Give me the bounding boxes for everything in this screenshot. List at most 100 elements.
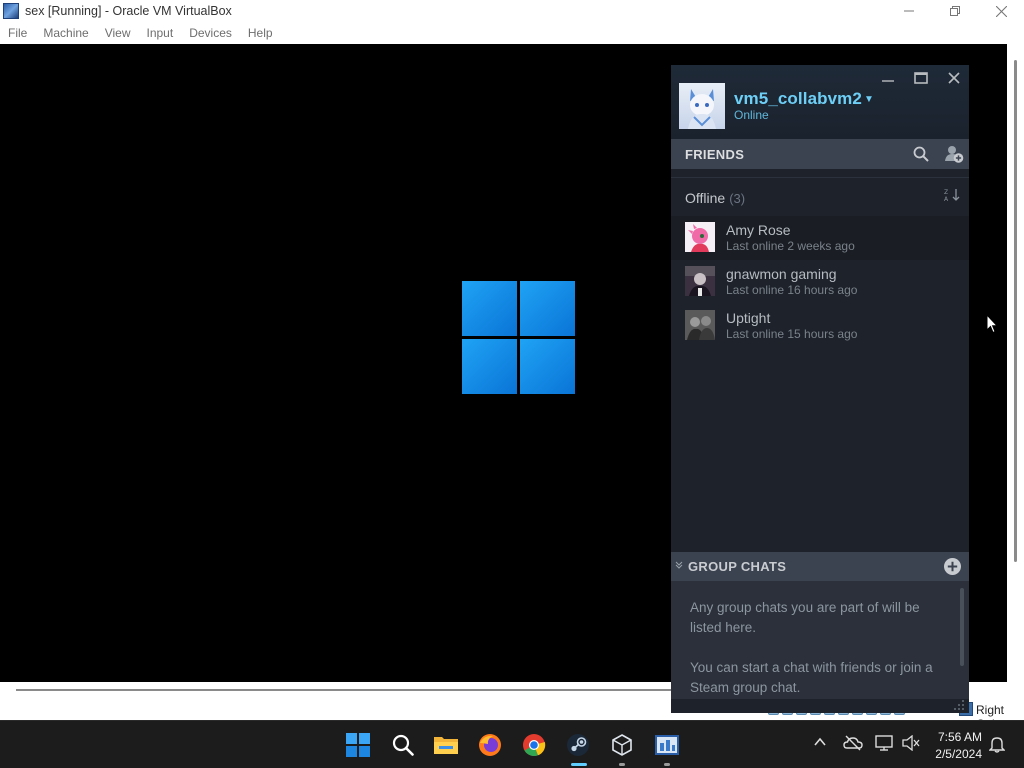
plus-circle-icon <box>944 558 961 575</box>
menu-input[interactable]: Input <box>139 26 182 40</box>
friend-row[interactable]: gnawmon gaming Last online 16 hours ago <box>671 260 969 304</box>
friend-name: Amy Rose <box>726 222 791 238</box>
friend-last-online: Last online 16 hours ago <box>726 283 858 297</box>
create-group-chat-button[interactable] <box>943 557 962 581</box>
steam-close-button[interactable] <box>947 71 961 88</box>
steam-maximize-button[interactable] <box>914 71 928 88</box>
chevron-up-icon <box>814 737 826 746</box>
network-tray-button[interactable] <box>875 735 893 756</box>
firefox-icon <box>479 734 501 756</box>
vm-running-indicator <box>664 763 670 766</box>
friends-section-header: FRIENDS <box>671 139 969 169</box>
friend-avatar <box>685 266 715 296</box>
group-chats-hint-text: You can start a chat with friends or joi… <box>690 660 933 695</box>
chrome-button[interactable] <box>519 730 549 760</box>
firefox-button[interactable] <box>475 730 505 760</box>
offline-group-heading[interactable]: Offline (3) <box>685 190 745 206</box>
vm-window-button[interactable] <box>652 730 682 760</box>
volume-tray-button[interactable] <box>902 734 920 756</box>
vm-window-icon <box>655 735 679 755</box>
virtualbox-app-icon[interactable] <box>3 3 19 19</box>
mouse-cursor-icon <box>986 314 998 334</box>
restore-icon <box>950 6 960 16</box>
minimize-button[interactable] <box>886 0 932 22</box>
menu-help[interactable]: Help <box>240 26 281 40</box>
svg-text:A: A <box>944 196 949 202</box>
friend-last-online: Last online 15 hours ago <box>726 327 858 341</box>
clock-time[interactable]: 7:56 AM <box>930 730 982 744</box>
steam-icon <box>567 734 589 756</box>
clock-date[interactable]: 2/5/2024 <box>930 747 982 761</box>
friend-row[interactable]: Uptight Last online 15 hours ago <box>671 304 969 348</box>
section-divider <box>671 177 969 178</box>
friend-name: gnawmon gaming <box>726 266 837 282</box>
offline-count: (3) <box>729 191 746 206</box>
virtualbox-running-indicator <box>619 763 625 766</box>
restore-button[interactable] <box>932 0 978 22</box>
friends-label: FRIENDS <box>685 146 745 162</box>
search-icon <box>392 734 414 756</box>
vbox-menubar: File Machine View Input Devices Help <box>0 22 1024 44</box>
menu-view[interactable]: View <box>97 26 139 40</box>
network-icon <box>875 735 893 751</box>
friend-avatar <box>685 310 715 340</box>
user-avatar-image <box>688 89 716 129</box>
menu-machine[interactable]: Machine <box>35 26 96 40</box>
file-explorer-button[interactable] <box>431 730 461 760</box>
search-friends-button[interactable] <box>913 146 929 167</box>
offline-label: Offline <box>685 190 726 206</box>
virtualbox-button[interactable] <box>607 730 637 760</box>
vertical-scrollbar[interactable] <box>1014 60 1017 562</box>
show-hidden-icons-button[interactable] <box>813 735 827 754</box>
chevron-down-icon[interactable]: ▼ <box>864 94 874 105</box>
chevron-down-icon[interactable] <box>675 561 683 572</box>
friend-last-online: Last online 2 weeks ago <box>726 239 855 253</box>
add-friend-icon <box>945 146 964 163</box>
chrome-icon <box>523 734 546 757</box>
bell-icon <box>988 737 1006 753</box>
menu-file[interactable]: File <box>0 26 35 40</box>
maximize-icon <box>914 72 928 84</box>
minimize-icon <box>882 80 894 82</box>
close-button[interactable] <box>978 0 1024 22</box>
friend-avatar <box>685 222 715 252</box>
taskbar: 7:56 AM 2/5/2024 <box>0 720 1024 768</box>
steam-user-header: vm5_collabvm2 ▼ Online <box>671 65 969 139</box>
add-friend-button[interactable] <box>944 144 964 169</box>
search-button[interactable] <box>388 730 418 760</box>
resize-grip-icon[interactable] <box>953 699 965 713</box>
user-status: Online <box>734 108 769 122</box>
steam-active-indicator <box>571 763 587 766</box>
group-chats-scrollbar[interactable] <box>960 588 964 666</box>
vbox-titlebar: sex [Running] - Oracle VM VirtualBox <box>0 0 1024 22</box>
window-title: sex [Running] - Oracle VM VirtualBox <box>25 4 232 18</box>
friend-name: Uptight <box>726 310 771 326</box>
user-name[interactable]: vm5_collabvm2 <box>734 89 862 109</box>
menu-devices[interactable]: Devices <box>181 26 240 40</box>
windows-logo-icon <box>462 281 576 395</box>
folder-icon <box>434 737 458 754</box>
close-icon <box>948 72 960 84</box>
sort-az-icon: ZA <box>944 189 960 203</box>
steam-button[interactable] <box>563 730 593 760</box>
virtualbox-cube-icon <box>612 734 632 756</box>
friend-row[interactable]: Amy Rose Last online 2 weeks ago <box>671 216 969 260</box>
sort-icon[interactable]: ZA <box>944 188 962 205</box>
cloud-off-icon <box>843 735 863 751</box>
group-chats-label: GROUP CHATS <box>688 559 787 574</box>
group-chats-header[interactable]: GROUP CHATS <box>671 552 969 581</box>
minimize-icon <box>904 10 914 12</box>
horizontal-scrollbar[interactable] <box>16 689 671 691</box>
steam-minimize-button[interactable] <box>881 71 895 88</box>
svg-text:Z: Z <box>944 189 948 196</box>
notifications-button[interactable] <box>988 735 1006 758</box>
start-button[interactable] <box>343 730 373 760</box>
search-icon <box>913 146 929 162</box>
onedrive-tray-button[interactable] <box>843 735 863 756</box>
close-icon <box>995 5 1007 17</box>
speaker-muted-icon <box>902 734 920 752</box>
window-controls <box>886 0 1024 22</box>
user-avatar[interactable] <box>679 83 725 129</box>
windows-start-icon <box>346 733 370 757</box>
group-chats-empty-text: Any group chats you are part of will be … <box>690 600 920 635</box>
